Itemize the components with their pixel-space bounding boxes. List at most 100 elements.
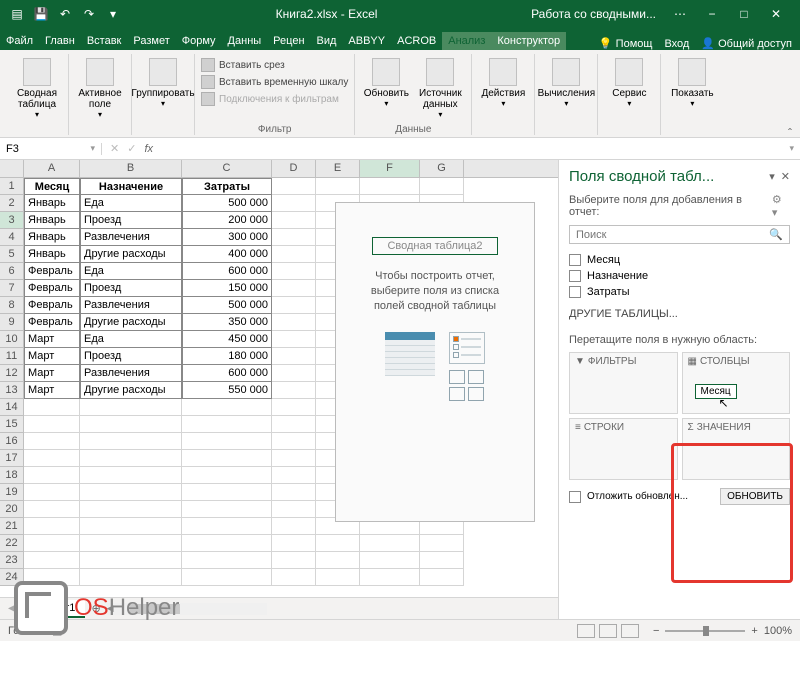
zoom-out-icon[interactable]: − [653,625,659,637]
cell-header[interactable]: Месяц [24,178,80,195]
checkbox-icon[interactable] [569,286,581,298]
cell[interactable]: 400 000 [182,246,272,263]
cell[interactable] [272,433,316,450]
cell[interactable]: Еда [80,331,182,348]
cell[interactable] [272,569,316,586]
ribbon-options-icon[interactable]: ⋯ [668,7,692,21]
cell[interactable]: 450 000 [182,331,272,348]
cell[interactable] [420,535,464,552]
cell-header[interactable]: Затраты [182,178,272,195]
tab-view[interactable]: Вид [311,32,343,50]
undo-icon[interactable]: ↶ [56,5,74,23]
cell[interactable] [24,484,80,501]
cell[interactable] [182,518,272,535]
cell[interactable] [272,484,316,501]
cell[interactable] [316,535,360,552]
cell[interactable] [272,348,316,365]
pivot-table-button[interactable]: Сводная таблица▾ [12,54,62,119]
col-header[interactable]: C [182,160,272,177]
grid[interactable]: 1МесяцНазначениеЗатраты2ЯнварьЕда500 000… [0,178,558,597]
cell[interactable]: Развлечения [80,365,182,382]
pane-dropdown-icon[interactable]: ▾ [769,170,775,183]
show-button[interactable]: Показать▾ [667,54,717,108]
insert-timeline-button[interactable]: Вставить временную шкалу [201,75,348,89]
tab-data[interactable]: Данны [222,32,268,50]
cell[interactable] [272,416,316,433]
row-header[interactable]: 12 [0,365,24,382]
cell[interactable] [80,484,182,501]
cell[interactable]: Март [24,348,80,365]
cell[interactable] [272,314,316,331]
row-header[interactable]: 11 [0,348,24,365]
cell[interactable] [182,484,272,501]
cell[interactable] [80,535,182,552]
cell-header[interactable]: Назначение [80,178,182,195]
select-all-corner[interactable] [0,160,24,177]
checkbox-icon[interactable] [569,254,581,266]
group-button[interactable]: Группировать▾ [138,54,188,108]
dragging-field[interactable]: Месяц [695,384,737,399]
cell[interactable]: Другие расходы [80,246,182,263]
cell[interactable]: Февраль [24,263,80,280]
tab-acrobat[interactable]: ACROB [391,32,442,50]
cell[interactable] [360,535,420,552]
tab-review[interactable]: Рецен [267,32,310,50]
row-header[interactable]: 20 [0,501,24,518]
row-header[interactable]: 23 [0,552,24,569]
update-button[interactable]: ОБНОВИТЬ [720,488,790,505]
checkbox-icon[interactable] [569,270,581,282]
name-box[interactable]: F3▾ [0,143,102,155]
cell[interactable]: 600 000 [182,365,272,382]
cell[interactable]: 500 000 [182,297,272,314]
row-header[interactable]: 7 [0,280,24,297]
row-header[interactable]: 1 [0,178,24,195]
qat-more-icon[interactable]: ▾ [104,5,122,23]
cell[interactable]: 150 000 [182,280,272,297]
cell[interactable] [182,501,272,518]
cell[interactable]: Январь [24,246,80,263]
zoom-in-icon[interactable]: + [751,625,757,637]
cell[interactable] [182,467,272,484]
row-header[interactable]: 17 [0,450,24,467]
tab-formulas[interactable]: Форму [176,32,222,50]
maximize-icon[interactable]: □ [732,7,756,21]
cell[interactable] [182,433,272,450]
col-header[interactable]: B [80,160,182,177]
cell[interactable]: Февраль [24,280,80,297]
cell[interactable] [420,178,464,195]
tab-home[interactable]: Главн [39,32,81,50]
refresh-button[interactable]: Обновить▾ [361,54,411,108]
cell[interactable]: 180 000 [182,348,272,365]
cell[interactable] [182,399,272,416]
cell[interactable] [80,433,182,450]
page-layout-view-icon[interactable] [599,624,617,638]
other-tables-link[interactable]: ДРУГИЕ ТАБЛИЦЫ... [569,308,790,320]
cell[interactable] [272,195,316,212]
tools-button[interactable]: Сервис▾ [604,54,654,108]
cell[interactable] [24,450,80,467]
cell[interactable] [24,467,80,484]
cell[interactable]: Развлечения [80,229,182,246]
cell[interactable] [272,552,316,569]
row-header[interactable]: 4 [0,229,24,246]
help-button[interactable]: 💡 Помощ [599,37,653,50]
cell[interactable]: 550 000 [182,382,272,399]
cell[interactable] [420,569,464,586]
row-header[interactable]: 6 [0,263,24,280]
tab-file[interactable]: Файл [0,32,39,50]
columns-area[interactable]: ▦СТОЛБЦЫ Месяц ↖ [682,352,791,414]
cell[interactable] [80,552,182,569]
row-header[interactable]: 18 [0,467,24,484]
cell[interactable] [24,552,80,569]
page-break-view-icon[interactable] [621,624,639,638]
normal-view-icon[interactable] [577,624,595,638]
cell[interactable]: 200 000 [182,212,272,229]
cell[interactable]: Январь [24,195,80,212]
cell[interactable] [182,535,272,552]
cell[interactable] [272,212,316,229]
cell[interactable] [24,433,80,450]
col-header[interactable]: G [420,160,464,177]
minimize-icon[interactable]: − [700,7,724,21]
cell[interactable] [182,569,272,586]
cell[interactable]: Март [24,331,80,348]
